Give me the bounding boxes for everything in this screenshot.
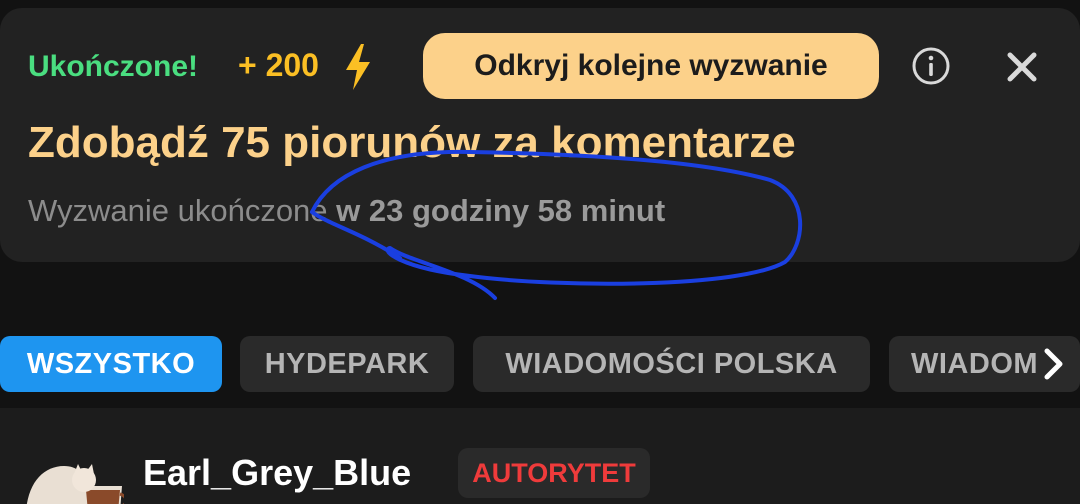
challenge-subtitle: Wyzwanie ukończone w 23 godziny 58 minut (28, 193, 665, 229)
points-reward: + 200 (238, 47, 319, 83)
completed-status: Ukończone! (28, 50, 199, 83)
challenge-title: Zdobądź 75 piorunów za komentarze (28, 118, 796, 167)
tab-hydepark[interactable]: HYDEPARK (240, 336, 454, 392)
close-icon[interactable] (1005, 50, 1039, 84)
lightning-bolt-icon (346, 44, 370, 90)
chevron-right-icon[interactable] (1038, 346, 1068, 382)
post-username[interactable]: Earl_Grey_Blue (143, 452, 411, 494)
tab-wszystko[interactable]: WSZYSTKO (0, 336, 222, 392)
completion-time: w 23 godziny 58 minut (336, 193, 666, 228)
rank-badge: AUTORYTET (458, 448, 650, 498)
info-icon[interactable] (911, 46, 951, 86)
avatar[interactable] (24, 452, 124, 504)
tab-wiadomosci-polska[interactable]: WIADOMOŚCI POLSKA (473, 336, 870, 392)
subtitle-prefix: Wyzwanie ukończone (28, 193, 337, 228)
next-challenge-button[interactable]: Odkryj kolejne wyzwanie (423, 33, 879, 99)
